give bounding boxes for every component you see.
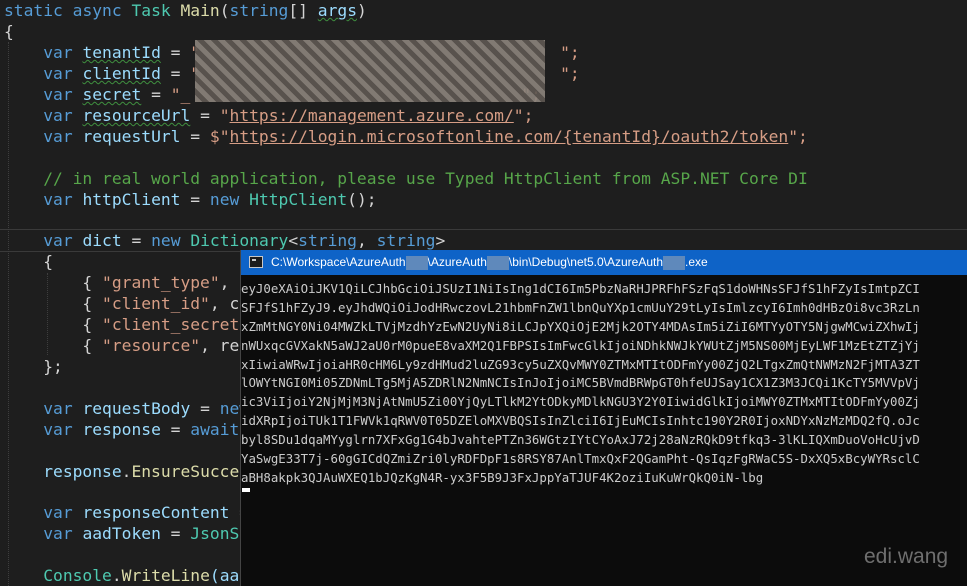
code-line-aad-token: var aadToken = JsonSe	[43, 524, 250, 543]
watermark: edi.wang	[864, 545, 949, 568]
console-app-icon	[249, 256, 263, 268]
code-line-kv-client-secret: { "client_secret	[82, 315, 240, 334]
code-line-request-body: var requestBody = new	[43, 399, 250, 418]
title-redaction-blur	[405, 255, 428, 270]
console-output-line: ic3ViIjoiY2NjMjM3NjAtNmU5Zi00YjQyLTlkM2Y…	[241, 394, 920, 410]
code-line-brace-close: };	[43, 357, 63, 376]
console-output-line: idXRpIjoiTUk1T1FWVk1qRWV0T05DZEloMXVBQSI…	[241, 413, 920, 429]
code-line-brace: {	[43, 252, 54, 271]
console-output-line: SFJfS1hFZyJ9.eyJhdWQiOiJodHRwczovL21hbmF…	[241, 299, 920, 315]
console-output-line: YaSwgE33T7j-60gGICdQZmiZri0lyRDFDpF1s8RS…	[241, 451, 920, 467]
console-title-bar[interactable]: C:\Workspace\AzureAuth \AzureAuth \bin\Deb…	[241, 250, 967, 275]
console-output: eyJ0eXAiOiJKV1QiLCJhbGciOiJSUzI1NiIsIng1…	[241, 280, 967, 488]
code-line-kv-resource: { "resource", re	[82, 336, 240, 355]
console-output-line: nWUxqcGVXakN5aWJ2aU0rM0pueE8vaXM2Q1FBPSI…	[241, 337, 920, 353]
console-output-line: xIiwiaWRwIjoiaHR0cHM6Ly9zdHMud2luZG93cy5…	[241, 356, 920, 372]
console-output-line: eyJ0eXAiOiJKV1QiLCJhbGciOiJSUzI1NiIsIng1…	[241, 281, 920, 296]
code-line-resource-url: var resourceUrl = "https://management.az…	[43, 106, 534, 125]
code-line-http-client: var httpClient = new HttpClient();	[43, 190, 377, 209]
title-redaction-blur	[663, 255, 685, 270]
code-line-request-url: var requestUrl = $"https://login.microso…	[43, 127, 808, 146]
redacted-credentials-blur	[195, 40, 545, 102]
console-output-line: aBH8akpk3QJAuWXEQ1bJQzKgN4R-yx3F5B9J3FxJ…	[241, 469, 764, 485]
console-output-line: xZmMtNGY0Ni04MWZkLTVjMzdhYzEwN2UyNi8iLCJ…	[241, 318, 920, 334]
code-line-response-content: var responseContent =	[43, 503, 249, 522]
code-line-main-signature: static async Task Main(string[] args)	[4, 1, 367, 20]
code-line-kv-client-id: { "client_id", c	[82, 294, 240, 313]
code-line-response: var response = await	[43, 420, 240, 439]
code-line-console-writeline: Console.WriteLine(aad	[43, 566, 250, 585]
console-title: C:\Workspace\AzureAuth \AzureAuth \bin\Deb…	[271, 255, 708, 270]
code-line-dict: var dict = new Dictionary<string, string…	[43, 231, 446, 250]
code-line-comment: // in real world application, please use…	[43, 169, 808, 188]
code-line-brace: {	[4, 22, 14, 41]
title-redaction-blur	[486, 255, 509, 270]
console-cursor	[242, 488, 250, 492]
console-window[interactable]: C:\Workspace\AzureAuth \AzureAuth \bin\Deb…	[240, 250, 967, 586]
console-output-line: byl8SDu1dqaMYyglrn7XFxGg1G4bJvahtePTZn36…	[241, 432, 920, 448]
code-line-ensure-success: response.EnsureSuccess	[43, 462, 259, 481]
code-line-kv-grant-type: { "grant_type",	[82, 273, 240, 292]
console-output-line: lOWYtNGI0Mi05ZDNmLTg5MjA5ZDRlN2NmNCIsInJ…	[241, 375, 920, 391]
